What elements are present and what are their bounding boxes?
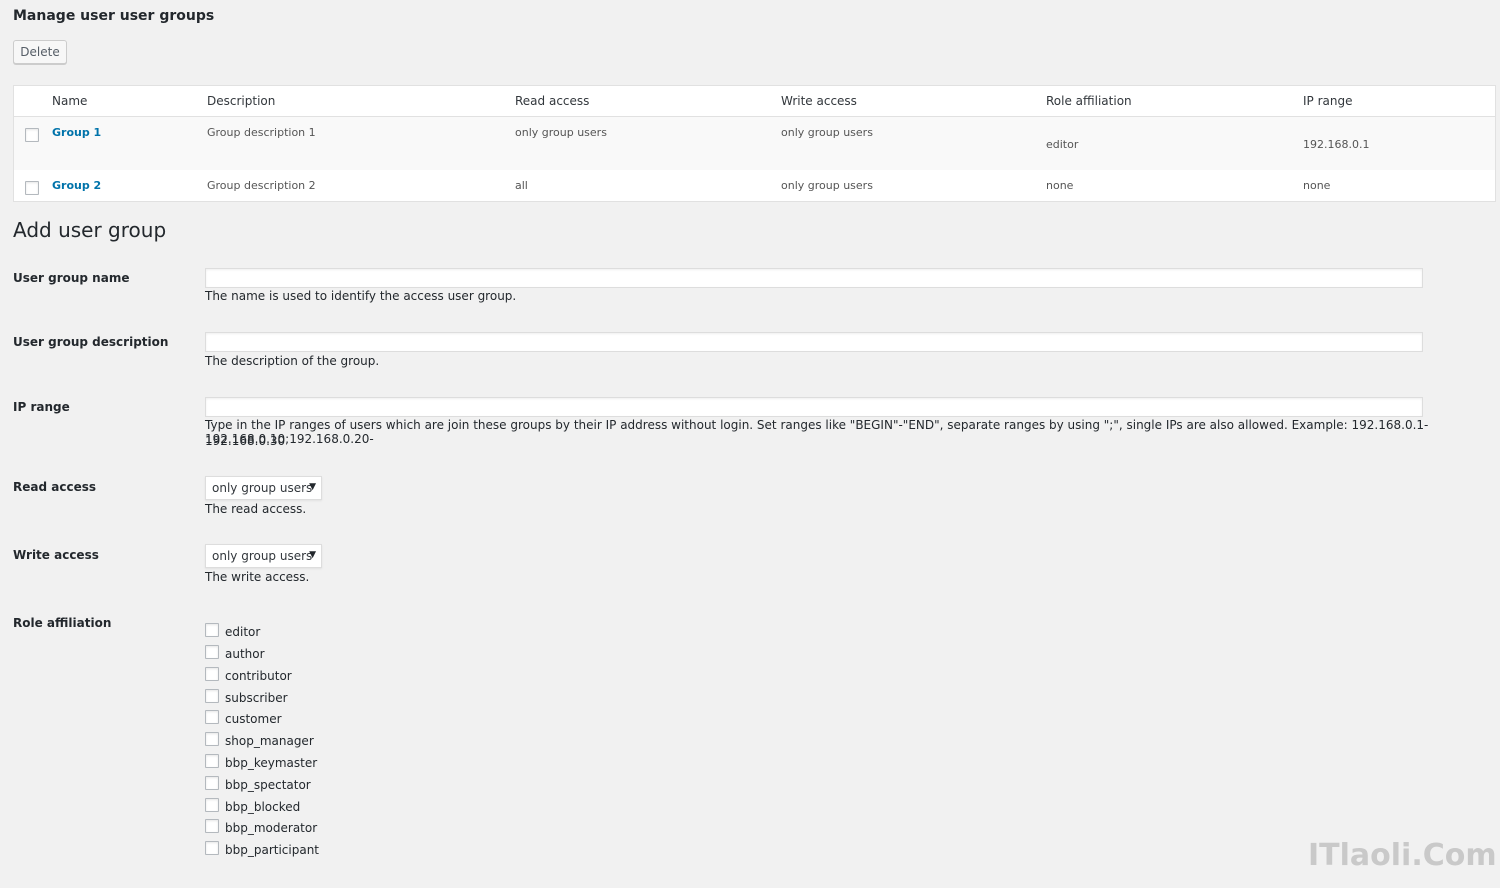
role-checkbox[interactable] [205,623,219,637]
role-label: customer [225,712,282,726]
col-header-write-access: Write access [781,94,857,108]
table-header: Name Description Read access Write acces… [14,86,1495,117]
row-checkbox[interactable] [25,128,39,142]
role-checkbox[interactable] [205,689,219,703]
group-ip-range: none [1303,179,1331,192]
write-access-select[interactable]: only group users ▼ [205,544,322,568]
write-access-selected: only group users [212,549,313,563]
ip-range-label: IP range [13,400,70,414]
col-header-ip-range: IP range [1303,94,1353,108]
group-role-affiliation: editor [1046,138,1079,151]
read-access-select[interactable]: only group users ▼ [205,476,322,500]
write-access-help: The write access. [205,570,310,584]
user-groups-table: Name Description Read access Write acces… [13,85,1496,202]
col-header-read-access: Read access [515,94,590,108]
col-header-role-affiliation: Role affiliation [1046,94,1132,108]
group-write-access: only group users [781,179,873,192]
role-label: bbp_spectator [225,778,311,792]
group-write-access: only group users [781,126,873,139]
role-label: bbp_keymaster [225,756,318,770]
role-label: shop_manager [225,734,314,748]
group-name-link[interactable]: Group 2 [52,179,101,192]
dropdown-arrow-icon: ▼ [309,550,316,560]
watermark: ITlaoli.Com [1308,838,1497,873]
group-read-access: all [515,179,528,192]
role-checkbox[interactable] [205,754,219,768]
table-row: Group 1 Group description 1 only group u… [14,117,1495,170]
group-ip-range: 192.168.0.1 [1303,138,1370,151]
ip-range-help-line1: Type in the IP ranges of users which are… [205,418,1429,446]
role-checkbox[interactable] [205,732,219,746]
table-row: Group 2 Group description 2 all only gro… [14,170,1495,201]
role-checkbox[interactable] [205,667,219,681]
group-name-input[interactable] [205,268,1423,288]
manage-title: Manage user user groups [13,8,215,24]
group-role-affiliation: none [1046,179,1074,192]
row-checkbox[interactable] [25,181,39,195]
group-description: Group description 1 [207,126,316,139]
role-checkbox[interactable] [205,776,219,790]
group-read-access: only group users [515,126,607,139]
dropdown-arrow-icon: ▼ [309,482,316,492]
group-name-link[interactable]: Group 1 [52,126,101,139]
role-checkbox[interactable] [205,819,219,833]
role-label: editor [225,625,261,639]
read-access-label: Read access [13,480,96,494]
role-label: bbp_moderator [225,821,318,835]
role-checkbox[interactable] [205,841,219,855]
role-label: contributor [225,669,292,683]
ip-range-input[interactable] [205,397,1423,417]
role-label: author [225,647,265,661]
ip-range-help-line2: 192.168.0.30 [205,434,286,448]
write-access-label: Write access [13,548,99,562]
group-description-input[interactable] [205,332,1423,352]
group-name-label: User group name [13,271,130,285]
group-description: Group description 2 [207,179,316,192]
role-checkbox[interactable] [205,645,219,659]
role-label: subscriber [225,691,288,705]
col-header-description: Description [207,94,276,108]
group-description-label: User group description [13,335,169,349]
read-access-selected: only group users [212,481,313,495]
role-checkbox[interactable] [205,798,219,812]
role-label: bbp_blocked [225,800,301,814]
role-checkbox[interactable] [205,710,219,724]
group-name-help: The name is used to identify the access … [205,289,517,303]
role-label: bbp_participant [225,843,320,857]
group-description-help: The description of the group. [205,354,380,368]
read-access-help: The read access. [205,502,307,516]
delete-button[interactable]: Delete [13,40,67,64]
role-affiliation-label: Role affiliation [13,616,112,630]
col-header-name[interactable]: Name [52,94,87,108]
add-group-title: Add user group [13,218,167,242]
